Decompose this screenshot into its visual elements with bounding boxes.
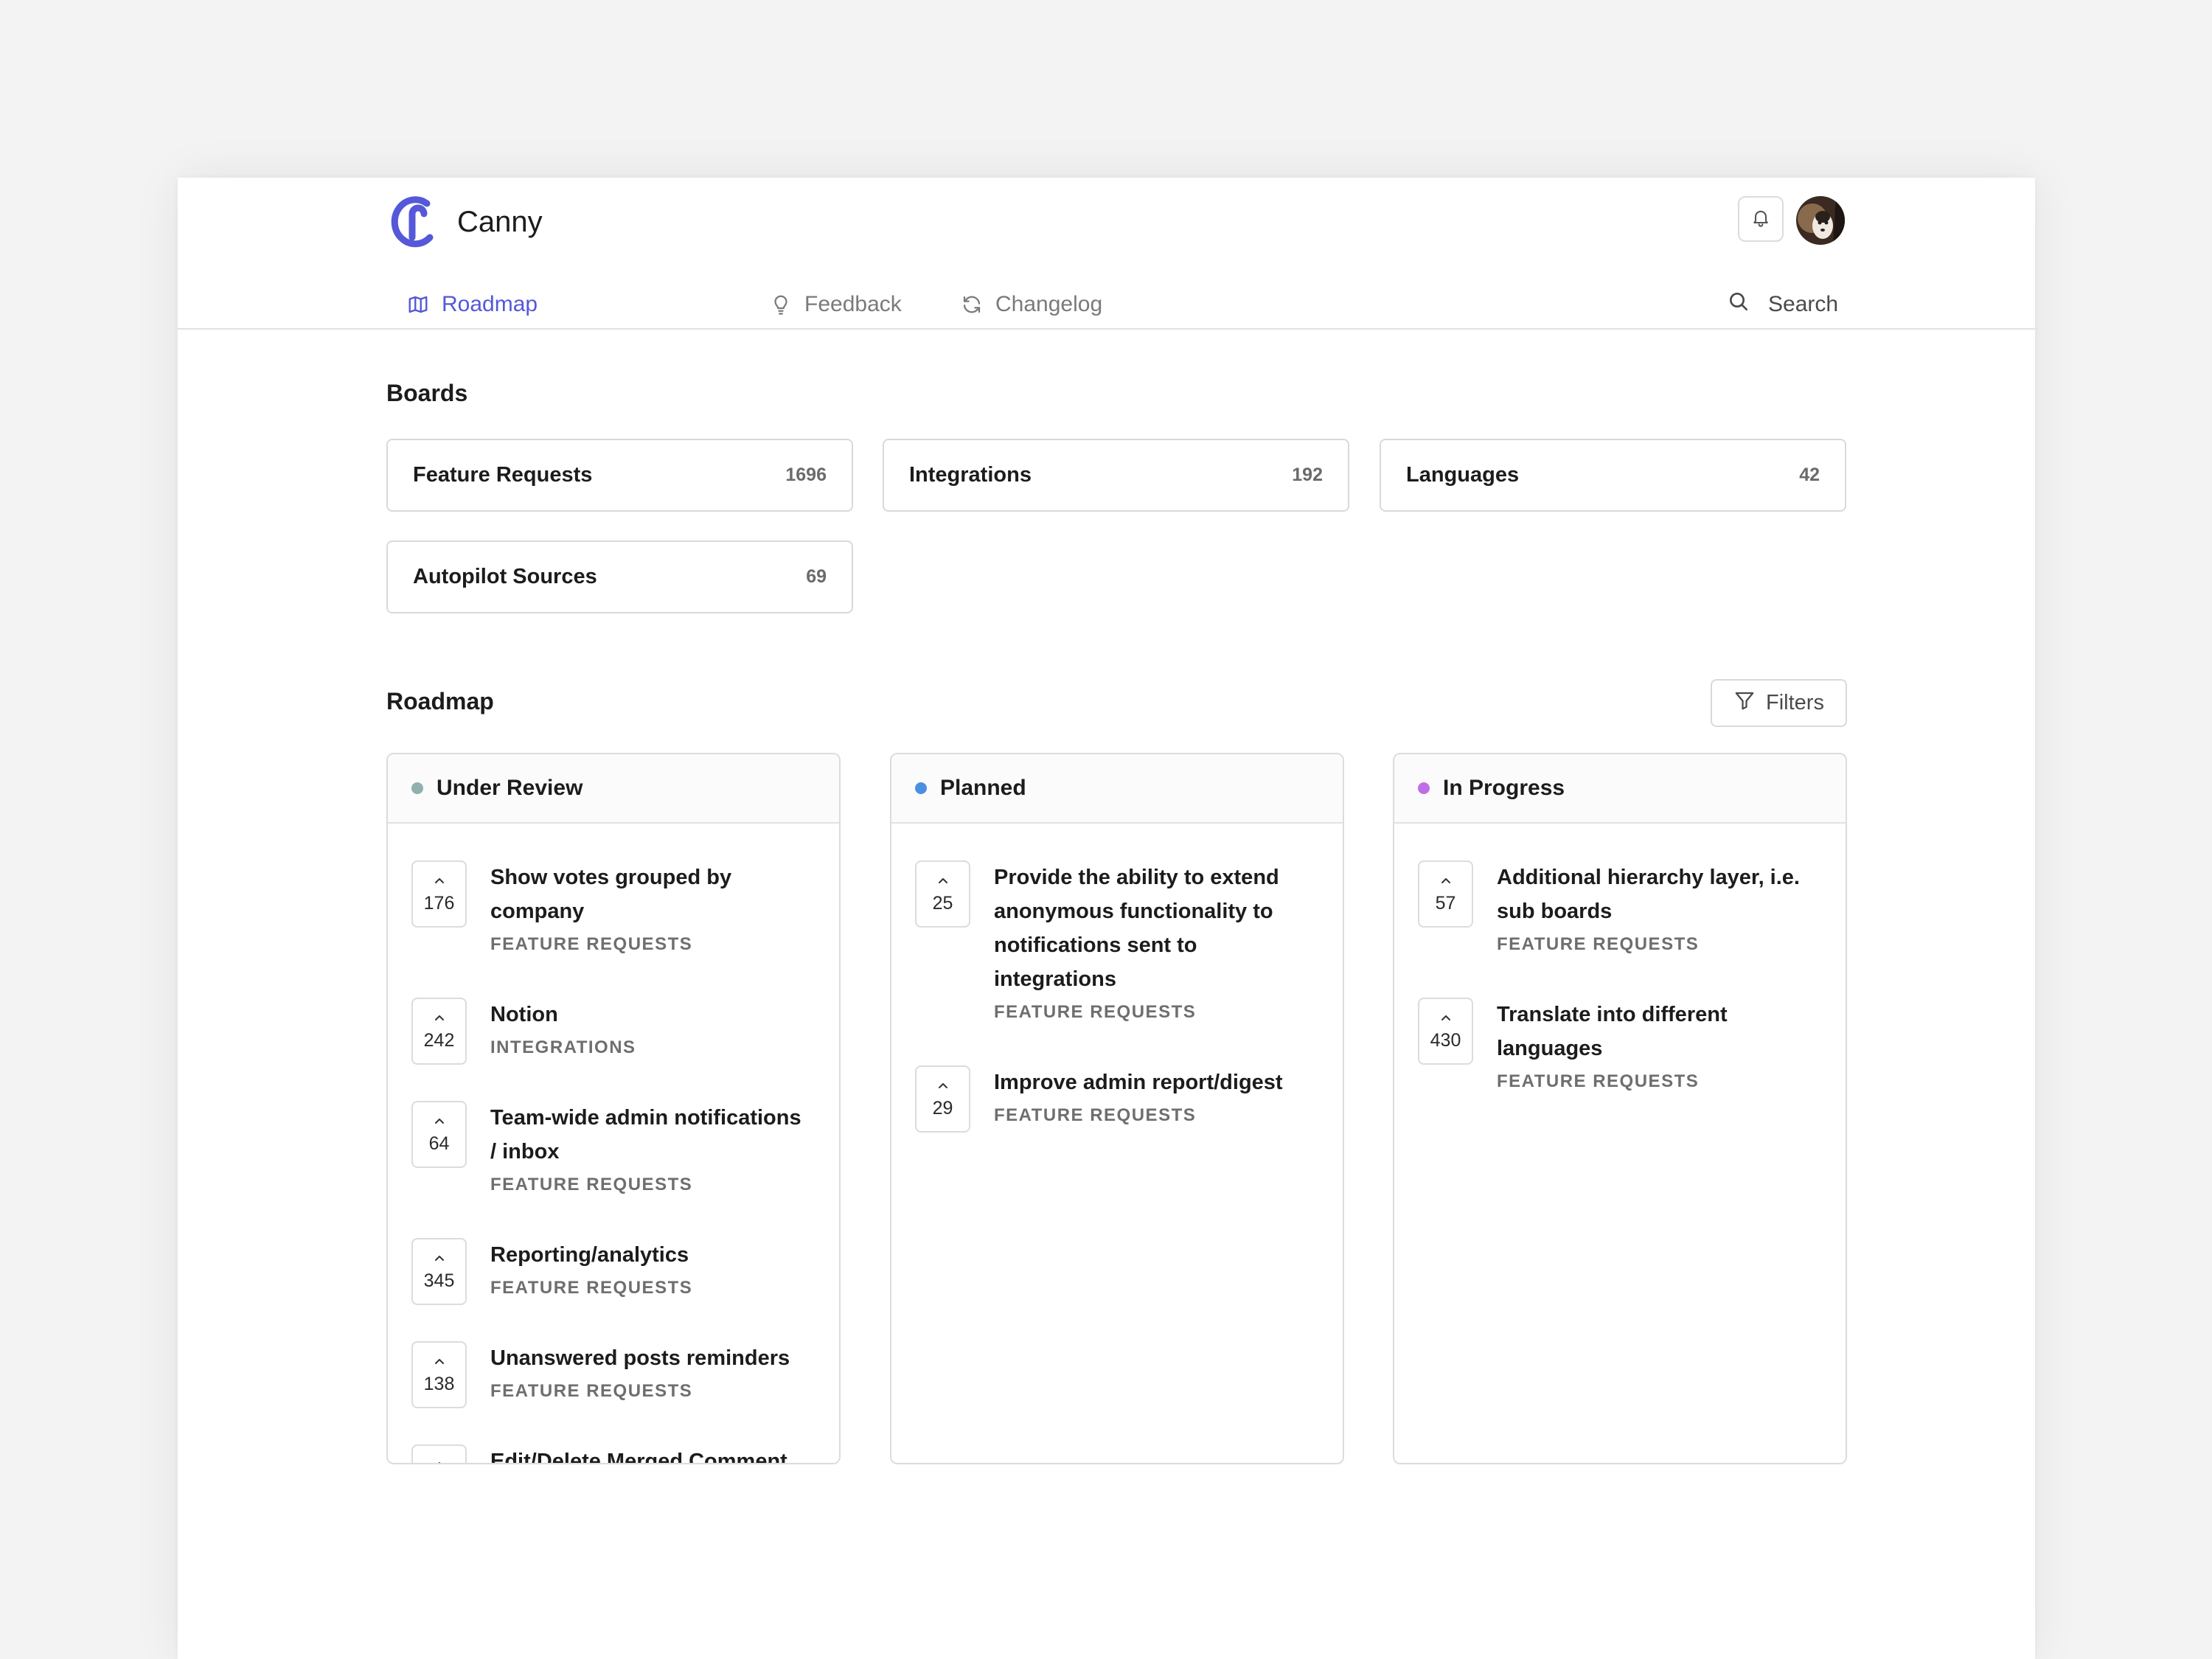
header: Canny Roadmap Feedback Changelog Search bbox=[178, 178, 2035, 330]
post-title[interactable]: Translate into different languages bbox=[1497, 998, 1816, 1065]
vote-count: 138 bbox=[423, 1374, 455, 1394]
board-count: 192 bbox=[1292, 465, 1323, 485]
chevron-up-icon bbox=[435, 1256, 444, 1261]
vote-count: 64 bbox=[428, 1133, 450, 1154]
upvote-button[interactable]: 430 bbox=[1418, 998, 1473, 1065]
post-board: FEATURE REQUESTS bbox=[490, 1175, 693, 1194]
post-title[interactable]: Unanswered posts reminders bbox=[490, 1341, 810, 1375]
chevron-up-icon bbox=[435, 1015, 444, 1020]
search-label: Search bbox=[1768, 292, 1839, 316]
lightbulb-icon bbox=[769, 293, 793, 316]
vote-count: 345 bbox=[423, 1270, 455, 1291]
vote-count: 25 bbox=[932, 893, 953, 914]
upvote-button[interactable]: 57 bbox=[1418, 860, 1473, 928]
chevron-up-icon bbox=[435, 1119, 444, 1124]
post-board: FEATURE REQUESTS bbox=[1497, 934, 1700, 954]
status-dot bbox=[411, 782, 423, 794]
column-title: In Progress bbox=[1443, 776, 1565, 800]
nav-roadmap-label: Roadmap bbox=[442, 292, 538, 316]
filter-icon bbox=[1733, 689, 1756, 717]
column-header: Under Review bbox=[388, 754, 839, 824]
chevron-up-icon bbox=[1441, 1015, 1450, 1020]
app-name[interactable]: Canny bbox=[457, 201, 543, 243]
board-card[interactable]: Languages 42 bbox=[1380, 439, 1846, 512]
post-title[interactable]: Team-wide admin notifications / inbox bbox=[490, 1101, 810, 1169]
post-title[interactable]: Notion bbox=[490, 998, 810, 1032]
board-card[interactable]: Integrations 192 bbox=[883, 439, 1349, 512]
chevron-up-icon bbox=[939, 1083, 947, 1088]
upvote-button[interactable]: 64 bbox=[411, 1101, 467, 1168]
search-button[interactable]: Search bbox=[1727, 281, 1838, 328]
board-count: 69 bbox=[806, 566, 827, 587]
column-body[interactable]: 57 Additional hierarchy layer, i.e. sub … bbox=[1394, 824, 1846, 1463]
board-name: Integrations bbox=[909, 463, 1032, 487]
roadmap-column-under-review: Under Review 176 Show votes grouped by c… bbox=[386, 753, 841, 1464]
status-dot bbox=[915, 782, 927, 794]
post-board: FEATURE REQUESTS bbox=[490, 1278, 693, 1298]
post-title[interactable]: Reporting/analytics bbox=[490, 1238, 810, 1272]
board-name: Languages bbox=[1406, 463, 1520, 487]
upvote-button[interactable]: 138 bbox=[411, 1341, 467, 1408]
board-count: 42 bbox=[1799, 465, 1820, 485]
column-title: Planned bbox=[940, 776, 1026, 800]
chevron-up-icon bbox=[438, 1462, 441, 1463]
map-icon bbox=[406, 293, 430, 316]
nav-feedback[interactable]: Feedback bbox=[769, 281, 902, 328]
column-body[interactable]: 25 Provide the ability to extend anonymo… bbox=[891, 824, 1343, 1463]
status-dot bbox=[1418, 782, 1430, 794]
upvote-button[interactable] bbox=[411, 1444, 467, 1463]
post-title[interactable]: Provide the ability to extend anonymous … bbox=[994, 860, 1313, 996]
search-icon bbox=[1727, 290, 1750, 319]
board-name: Autopilot Sources bbox=[413, 565, 597, 588]
chevron-up-icon bbox=[435, 878, 444, 883]
chevron-up-icon bbox=[939, 878, 947, 883]
vote-count: 57 bbox=[1435, 893, 1456, 914]
canny-logo-icon[interactable] bbox=[390, 192, 437, 251]
vote-count: 242 bbox=[423, 1030, 455, 1051]
column-header: In Progress bbox=[1394, 754, 1846, 824]
upvote-button[interactable]: 242 bbox=[411, 998, 467, 1065]
upvote-button[interactable]: 29 bbox=[915, 1065, 970, 1133]
boards-heading: Boards bbox=[386, 380, 468, 406]
upvote-button[interactable]: 25 bbox=[915, 860, 970, 928]
post-board: FEATURE REQUESTS bbox=[490, 934, 693, 954]
nav-feedback-label: Feedback bbox=[804, 292, 902, 316]
post-title[interactable]: Show votes grouped by company bbox=[490, 860, 810, 928]
roadmap-column-planned: Planned 25 Provide the ability to extend… bbox=[890, 753, 1344, 1464]
vote-count: 430 bbox=[1430, 1030, 1461, 1051]
board-card[interactable]: Feature Requests 1696 bbox=[386, 439, 853, 512]
column-title: Under Review bbox=[437, 776, 583, 800]
vote-count: 176 bbox=[423, 893, 455, 914]
column-body[interactable]: 176 Show votes grouped by company FEATUR… bbox=[388, 824, 839, 1463]
post-title[interactable]: Improve admin report/digest bbox=[994, 1065, 1313, 1099]
post-board: FEATURE REQUESTS bbox=[1497, 1071, 1700, 1091]
bell-icon bbox=[1750, 207, 1771, 232]
post-board: INTEGRATIONS bbox=[490, 1037, 636, 1057]
avatar[interactable] bbox=[1796, 196, 1845, 245]
nav-changelog-label: Changelog bbox=[995, 292, 1103, 316]
board-card[interactable]: Autopilot Sources 69 bbox=[386, 540, 853, 613]
post-board: FEATURE REQUESTS bbox=[994, 1002, 1197, 1022]
post-title[interactable]: Edit/Delete Merged Comment bbox=[490, 1444, 810, 1463]
roadmap-column-in-progress: In Progress 57 Additional hierarchy laye… bbox=[1393, 753, 1847, 1464]
post-board: FEATURE REQUESTS bbox=[490, 1381, 693, 1401]
chevron-up-icon bbox=[1441, 878, 1450, 883]
notifications-button[interactable] bbox=[1738, 196, 1784, 242]
chevron-up-icon bbox=[435, 1359, 444, 1364]
nav-changelog[interactable]: Changelog bbox=[960, 281, 1102, 328]
upvote-button[interactable]: 345 bbox=[411, 1238, 467, 1305]
nav-roadmap[interactable]: Roadmap bbox=[406, 281, 538, 328]
app-window: Canny Roadmap Feedback Changelog Search … bbox=[178, 178, 2035, 1659]
board-count: 1696 bbox=[785, 465, 827, 485]
refresh-icon bbox=[960, 293, 984, 316]
post-board: FEATURE REQUESTS bbox=[994, 1105, 1197, 1125]
post-title[interactable]: Additional hierarchy layer, i.e. sub boa… bbox=[1497, 860, 1816, 928]
roadmap-heading: Roadmap bbox=[386, 688, 494, 714]
column-header: Planned bbox=[891, 754, 1343, 824]
filters-button[interactable]: Filters bbox=[1711, 679, 1847, 727]
filters-label: Filters bbox=[1766, 691, 1824, 714]
vote-count: 29 bbox=[932, 1098, 953, 1119]
board-name: Feature Requests bbox=[413, 463, 593, 487]
upvote-button[interactable]: 176 bbox=[411, 860, 467, 928]
